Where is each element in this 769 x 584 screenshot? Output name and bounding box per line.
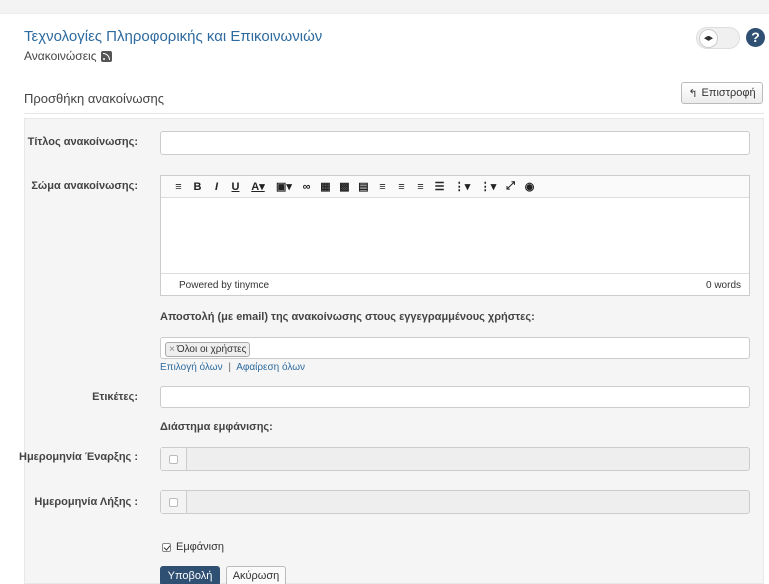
- bg-color-icon[interactable]: ▣▾: [271, 179, 297, 195]
- editor-toolbar: ≡ B I U A▾ ▣▾ ∞ ▦ ▩ ▤ ≡ ≡ ≡ ☰ ⋮▾ ⋮▾ ⤢ ◉: [161, 176, 749, 198]
- selection-links: Επιλογή όλων | Αφαίρεση όλων: [160, 362, 305, 373]
- recipient-chip[interactable]: × Όλοι οι χρήστες: [165, 342, 251, 357]
- align-justify-icon[interactable]: ☰: [430, 179, 449, 195]
- remove-all-link[interactable]: Αφαίρεση όλων: [236, 362, 305, 373]
- rss-icon[interactable]: [100, 50, 112, 62]
- bold-icon[interactable]: B: [188, 179, 207, 195]
- end-date-checkbox[interactable]: [169, 497, 178, 507]
- fullscreen-icon[interactable]: ⤢: [501, 179, 520, 195]
- end-date-check-cell: [161, 491, 187, 513]
- word-count: 0 words: [705, 280, 741, 291]
- remove-chip-icon[interactable]: ×: [169, 344, 175, 355]
- editor-statusbar: Powered by tinymce 0 words: [161, 273, 749, 297]
- submit-button[interactable]: Υποβολή: [160, 566, 220, 584]
- graduation-cap-icon: [704, 35, 713, 41]
- tags-input[interactable]: [160, 386, 750, 408]
- breadcrumb-announcements[interactable]: Ανακοινώσεις: [24, 49, 97, 63]
- align-center-icon[interactable]: ≡: [392, 179, 411, 195]
- start-date-field: [160, 447, 750, 471]
- top-strip: [0, 0, 769, 14]
- section-title: Προσθήκη ανακοίνωσης: [24, 91, 164, 106]
- end-date-label: Ημερομηνία Λήξης :: [34, 496, 138, 508]
- help-icon[interactable]: ?: [746, 28, 765, 47]
- rich-text-editor: ≡ B I U A▾ ▣▾ ∞ ▦ ▩ ▤ ≡ ≡ ≡ ☰ ⋮▾ ⋮▾ ⤢ ◉ …: [160, 175, 750, 296]
- end-date-field: [160, 490, 750, 514]
- toggle-knob: [699, 29, 718, 48]
- tags-label: Ετικέτες:: [92, 391, 138, 403]
- powered-by-text[interactable]: Powered by tinymce: [179, 280, 269, 291]
- italic-icon[interactable]: I: [207, 179, 226, 195]
- align-right-icon[interactable]: ≡: [411, 179, 430, 195]
- divider: [24, 113, 764, 114]
- recipients-select[interactable]: × Όλοι οι χρήστες: [160, 337, 750, 359]
- back-button[interactable]: ↰ Επιστροφή: [681, 82, 763, 104]
- recipient-chip-label: Όλοι οι χρήστες: [176, 344, 247, 355]
- title-input[interactable]: [160, 131, 750, 155]
- image-icon[interactable]: ▦: [316, 179, 335, 195]
- start-date-label: Ημερομηνία Έναρξης :: [19, 451, 138, 463]
- show-checkbox[interactable]: [162, 542, 171, 552]
- link-separator: |: [228, 362, 231, 373]
- student-view-toggle[interactable]: [696, 27, 740, 49]
- preview-icon[interactable]: ◉: [520, 179, 539, 195]
- title-label: Τίτλος ανακοίνωσης:: [27, 136, 138, 148]
- display-period-heading: Διάστημα εμφάνισης:: [160, 421, 273, 433]
- link-icon[interactable]: ∞: [297, 179, 316, 195]
- select-all-link[interactable]: Επιλογή όλων: [160, 362, 223, 373]
- file-icon[interactable]: ▤: [354, 179, 373, 195]
- show-label: Εμφάνιση: [176, 541, 225, 553]
- start-date-check-cell: [161, 448, 187, 470]
- numbered-list-icon[interactable]: ⋮▾: [475, 179, 501, 195]
- back-button-label: Επιστροφή: [701, 87, 756, 99]
- bullet-list-icon[interactable]: ⋮▾: [449, 179, 475, 195]
- editor-content-area[interactable]: [161, 198, 749, 273]
- breadcrumb: Ανακοινώσεις: [24, 49, 112, 63]
- email-heading: Αποστολή (με email) της ανακοίνωσης στου…: [160, 311, 535, 323]
- format-icon[interactable]: ≡: [169, 179, 188, 195]
- align-left-icon[interactable]: ≡: [373, 179, 392, 195]
- underline-icon[interactable]: U: [226, 179, 245, 195]
- media-icon[interactable]: ▩: [335, 179, 354, 195]
- reply-arrow-icon: ↰: [688, 87, 698, 100]
- course-title-link[interactable]: Τεχνολογίες Πληροφορικής και Επικοινωνιώ…: [24, 28, 322, 45]
- cancel-button[interactable]: Ακύρωση: [226, 566, 286, 584]
- text-color-icon[interactable]: A▾: [245, 179, 271, 195]
- show-option[interactable]: Εμφάνιση: [162, 541, 224, 553]
- start-date-checkbox[interactable]: [169, 454, 178, 464]
- body-label: Σώμα ανακοίνωσης:: [31, 180, 138, 192]
